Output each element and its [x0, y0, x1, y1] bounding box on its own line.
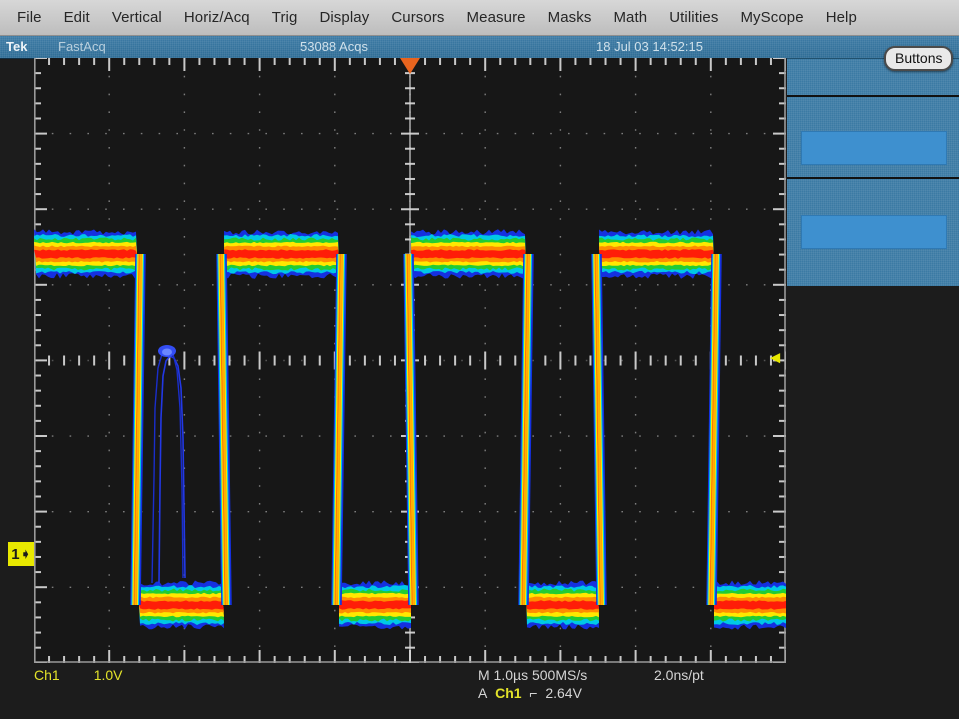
waveform-band	[599, 249, 714, 259]
waveform-band	[224, 249, 339, 259]
acq-count-label: 53088 Acqs	[300, 39, 368, 54]
waveform-band	[411, 249, 526, 259]
channel-1-position-marker[interactable]: 1 ➧	[8, 542, 34, 566]
trigger-readout[interactable]: A Ch1 ⌐ 2.64V	[478, 685, 582, 702]
menu-trig[interactable]: Trig	[261, 4, 309, 32]
trigger-level-value: 2.64V	[545, 685, 582, 701]
oscilloscope-app: File Edit Vertical Horiz/Acq Trig Display Curs…	[0, 0, 959, 719]
ch1-label: Ch1	[34, 667, 60, 683]
side-button-panel	[787, 58, 959, 287]
menu-display[interactable]: Display	[308, 4, 380, 32]
acq-mode-label[interactable]: FastAcq	[58, 39, 106, 54]
side-panel-group-1	[787, 95, 959, 173]
waveform-graticule[interactable]	[34, 58, 786, 663]
menu-myscope[interactable]: MyScope	[729, 4, 814, 32]
waveform-band	[34, 249, 138, 259]
ch1-scale-value: 1.0V	[93, 667, 123, 683]
channel-marker-arrow-icon: ➧	[20, 547, 31, 561]
waveform-svg	[34, 58, 786, 663]
glitch-peak-core	[162, 348, 172, 356]
menu-file[interactable]: File	[6, 4, 53, 32]
status-bar: Tek FastAcq 53088 Acqs 18 Jul 03 14:52:1…	[0, 36, 959, 59]
brand-label: Tek	[6, 39, 28, 54]
menu-horiz-acq[interactable]: Horiz/Acq	[173, 4, 261, 32]
side-panel-filler	[787, 286, 959, 719]
trigger-level-marker-icon[interactable]: ◄	[764, 349, 786, 366]
menu-masks[interactable]: Masks	[537, 4, 603, 32]
menu-utilities[interactable]: Utilities	[658, 4, 729, 32]
menu-math[interactable]: Math	[602, 4, 658, 32]
resolution-readout: 2.0ns/pt	[654, 667, 704, 683]
menu-vertical[interactable]: Vertical	[101, 4, 173, 32]
ch1-readout[interactable]: Ch1 1.0V	[34, 667, 123, 684]
channel-marker-number: 1	[11, 545, 20, 563]
waveform-band	[138, 600, 224, 610]
menu-bar: File Edit Vertical Horiz/Acq Trig Display Curs…	[0, 0, 959, 36]
menu-measure[interactable]: Measure	[456, 4, 537, 32]
trigger-source: Ch1	[495, 685, 522, 701]
menu-edit[interactable]: Edit	[53, 4, 101, 32]
side-panel-group-2	[787, 177, 959, 255]
datetime-label: 18 Jul 03 14:52:15	[596, 39, 703, 54]
side-panel-button-2[interactable]	[801, 215, 947, 249]
horizontal-readout[interactable]: M 1.0µs 500MS/s	[478, 667, 587, 684]
menu-help[interactable]: Help	[815, 4, 868, 32]
buttons-callout-label: Buttons	[884, 46, 954, 71]
trigger-slope-icon: ⌐	[529, 685, 538, 701]
side-panel-button-1[interactable]	[801, 131, 947, 165]
menu-cursors[interactable]: Cursors	[380, 4, 455, 32]
waveform-band	[526, 600, 599, 610]
trigger-prefix: A	[478, 685, 488, 701]
